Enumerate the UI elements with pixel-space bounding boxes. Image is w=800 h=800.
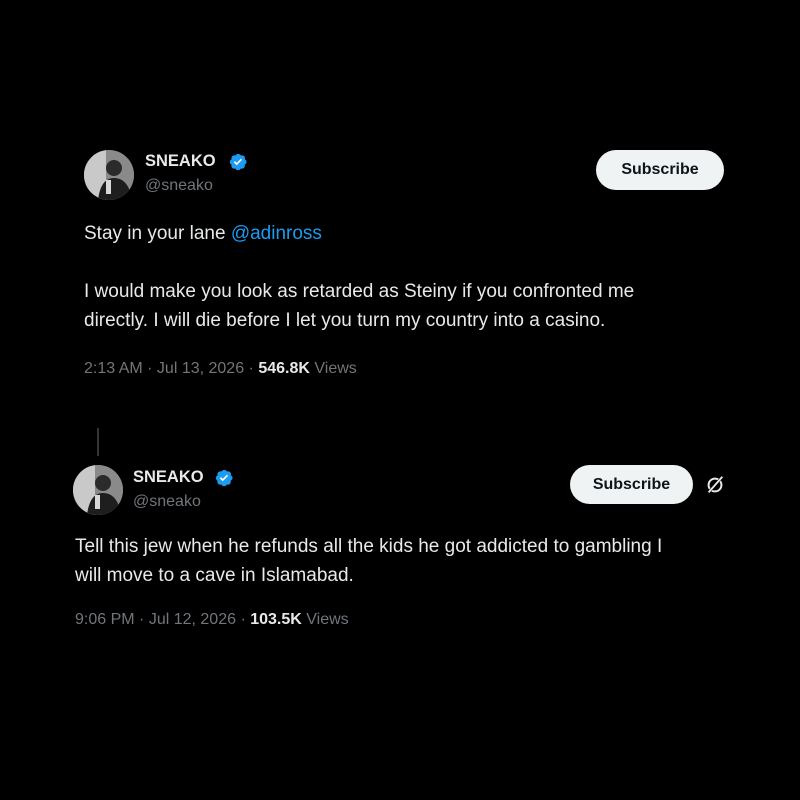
text-line: I would make you look as retarded as Ste… [84, 281, 635, 302]
tweet-text: Stay in your lane @adinross I would make… [84, 219, 634, 335]
thread-connector-line [97, 428, 99, 456]
separator: · [244, 360, 259, 377]
views-label: Views [306, 611, 349, 628]
avatar[interactable] [84, 150, 134, 200]
text-line: directly. I will die before I let you tu… [84, 310, 606, 331]
verified-badge-icon [215, 469, 233, 487]
mention-link[interactable]: @adinross [231, 223, 322, 244]
views-label: Views [314, 360, 357, 377]
views-count: 546.8K [258, 360, 310, 377]
subscribe-button[interactable]: Subscribe [596, 150, 724, 190]
text-line: Tell this jew when he refunds all the ki… [75, 536, 663, 557]
text-line: Stay in your lane @adinross [84, 223, 322, 244]
tweet-text: Tell this jew when he refunds all the ki… [75, 532, 662, 590]
text-line [84, 248, 634, 277]
avatar-photo-icon [73, 465, 123, 515]
separator: · [236, 611, 251, 628]
author-handle[interactable]: @sneako [133, 493, 201, 511]
timestamp[interactable]: 9:06 PM [75, 611, 135, 628]
text-line: will move to a cave in Islamabad. [75, 565, 354, 586]
views-count: 103.5K [250, 611, 302, 628]
separator: · [134, 611, 149, 628]
separator: · [142, 360, 157, 377]
timestamp[interactable]: 2:13 AM [84, 360, 143, 377]
author-name[interactable]: SNEAKO [133, 468, 204, 487]
date[interactable]: Jul 12, 2026 [149, 611, 236, 628]
avatar-photo-icon [84, 150, 134, 200]
tweet-meta: 2:13 AM · Jul 13, 2026 · 546.8K Views [84, 360, 357, 378]
subscribe-button[interactable]: Subscribe [570, 465, 693, 504]
verified-badge-icon [229, 153, 247, 171]
grok-icon[interactable] [704, 474, 726, 496]
tweet-meta: 9:06 PM · Jul 12, 2026 · 103.5K Views [75, 611, 349, 629]
author-name[interactable]: SNEAKO [145, 152, 216, 171]
author-handle[interactable]: @sneako [145, 177, 213, 195]
date[interactable]: Jul 13, 2026 [157, 360, 244, 377]
avatar[interactable] [73, 465, 123, 515]
